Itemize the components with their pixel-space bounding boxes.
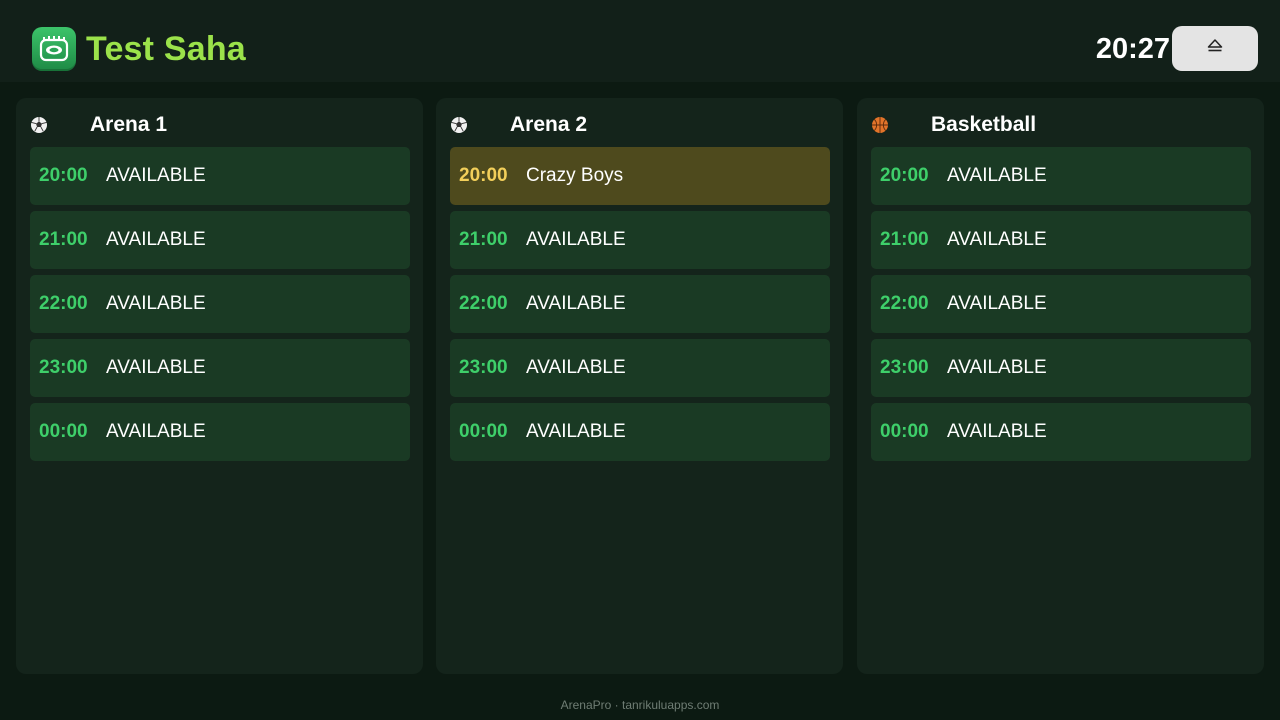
slot-status: AVAILABLE xyxy=(106,421,206,442)
time-slot[interactable]: 23:00 AVAILABLE xyxy=(871,339,1251,397)
arena-card: Basketball 20:00 AVAILABLE 21:00 AVAILAB… xyxy=(857,98,1264,674)
soccer-ball-icon xyxy=(30,116,48,134)
arena-columns: Arena 1 20:00 AVAILABLE 21:00 AVAILABLE … xyxy=(16,98,1264,674)
stadium-icon xyxy=(32,27,76,71)
slot-status: AVAILABLE xyxy=(526,357,626,378)
slot-time: 00:00 xyxy=(39,421,88,442)
arena-header: Arena 1 xyxy=(16,110,423,140)
clock: 20:27 xyxy=(1095,33,1170,65)
slot-time: 20:00 xyxy=(39,165,88,186)
arena-name: Arena 1 xyxy=(90,113,168,136)
slot-time: 20:00 xyxy=(459,165,508,186)
slot-time: 21:00 xyxy=(39,229,88,250)
slot-time: 21:00 xyxy=(880,229,929,250)
time-slot[interactable]: 22:00 AVAILABLE xyxy=(450,275,830,333)
time-slot-booked[interactable]: 20:00 Crazy Boys xyxy=(450,147,830,205)
time-slot[interactable]: 21:00 AVAILABLE xyxy=(30,211,410,269)
arena-header: Arena 2 xyxy=(436,110,843,140)
time-slot[interactable]: 00:00 AVAILABLE xyxy=(30,403,410,461)
scoreboard-app: Test Saha 20:27 Arena 1 20:00 AVAILABLE … xyxy=(0,0,1280,720)
slot-time: 00:00 xyxy=(880,421,929,442)
slot-status: AVAILABLE xyxy=(947,229,1047,250)
slot-status: AVAILABLE xyxy=(526,421,626,442)
time-slot[interactable]: 21:00 AVAILABLE xyxy=(871,211,1251,269)
slot-status: AVAILABLE xyxy=(526,293,626,314)
slot-time: 21:00 xyxy=(459,229,508,250)
page-title: Test Saha xyxy=(86,30,246,68)
time-slot[interactable]: 20:00 AVAILABLE xyxy=(30,147,410,205)
slot-status: AVAILABLE xyxy=(947,293,1047,314)
time-slot[interactable]: 23:00 AVAILABLE xyxy=(30,339,410,397)
slot-time: 23:00 xyxy=(459,357,508,378)
slot-time: 23:00 xyxy=(880,357,929,378)
basketball-icon xyxy=(871,116,889,134)
time-slot[interactable]: 22:00 AVAILABLE xyxy=(871,275,1251,333)
slot-status: AVAILABLE xyxy=(947,357,1047,378)
slot-time: 22:00 xyxy=(39,293,88,314)
slot-time: 20:00 xyxy=(880,165,929,186)
arena-name: Basketball xyxy=(931,113,1037,136)
arena-header: Basketball xyxy=(857,110,1264,140)
arena-card: Arena 2 20:00 Crazy Boys 21:00 AVAILABLE… xyxy=(436,98,843,674)
top-bar: Test Saha 20:27 xyxy=(0,0,1280,82)
slot-status: AVAILABLE xyxy=(947,421,1047,442)
slot-status: AVAILABLE xyxy=(106,165,206,186)
slot-time: 23:00 xyxy=(39,357,88,378)
time-slot[interactable]: 20:00 AVAILABLE xyxy=(871,147,1251,205)
soccer-ball-icon xyxy=(450,116,468,134)
time-slot[interactable]: 21:00 AVAILABLE xyxy=(450,211,830,269)
slot-team: Crazy Boys xyxy=(526,165,624,186)
arena-name: Arena 2 xyxy=(510,113,588,136)
slot-status: AVAILABLE xyxy=(106,229,206,250)
slot-status: AVAILABLE xyxy=(106,293,206,314)
slot-status: AVAILABLE xyxy=(526,229,626,250)
time-slot[interactable]: 00:00 AVAILABLE xyxy=(871,403,1251,461)
time-slot[interactable]: 00:00 AVAILABLE xyxy=(450,403,830,461)
slot-time: 00:00 xyxy=(459,421,508,442)
eject-icon xyxy=(1207,39,1223,58)
slot-time: 22:00 xyxy=(459,293,508,314)
slot-status: AVAILABLE xyxy=(947,165,1047,186)
footer-credit: ArenaPro · tanrikuluapps.com xyxy=(560,698,720,712)
time-slot[interactable]: 22:00 AVAILABLE xyxy=(30,275,410,333)
eject-button[interactable] xyxy=(1172,26,1258,71)
time-slot[interactable]: 23:00 AVAILABLE xyxy=(450,339,830,397)
slot-time: 22:00 xyxy=(880,293,929,314)
slot-status: AVAILABLE xyxy=(106,357,206,378)
arena-card: Arena 1 20:00 AVAILABLE 21:00 AVAILABLE … xyxy=(16,98,423,674)
